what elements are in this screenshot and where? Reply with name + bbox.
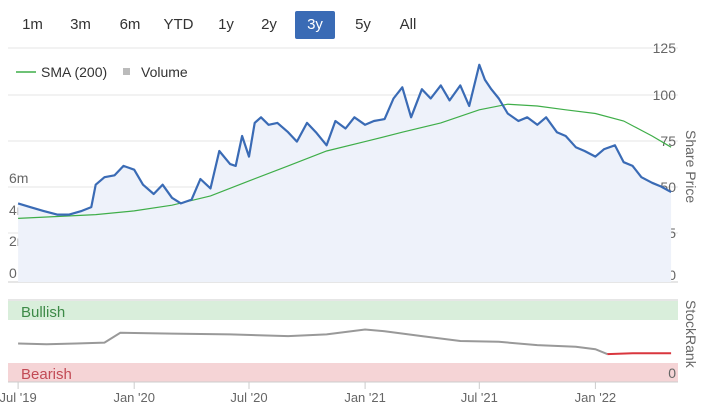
x-tick-label: Jul '19 [0,390,37,405]
x-axis: Jul '19 Jan '20 Jul '20 Jan '21 Jul '21 Jan '… [0,382,616,405]
bearish-band [8,363,678,382]
volume-tick-label: 6m [9,170,28,186]
x-tick-label: Jan '21 [344,390,386,405]
bullish-band [8,301,678,320]
price-axis-title: Share Price [683,130,699,203]
x-tick-label: Jan '20 [113,390,155,405]
bullish-label: Bullish [21,304,65,321]
rank-tick-label: 0 [668,365,676,381]
volume-tick-label: 0 [9,265,17,281]
rank-axis-title: StockRank [683,300,699,369]
legend-sma-label: SMA (200) [41,64,107,80]
rank-line [18,328,608,356]
x-tick-label: Jul '20 [230,390,267,405]
price-tick-label: 75 [660,133,676,149]
x-tick-label: Jan '22 [575,390,617,405]
legend-volume-swatch [123,68,130,75]
x-tick-label: Jul '21 [461,390,498,405]
bearish-label: Bearish [21,366,72,383]
stockrank-panel: Bullish Bearish 0 StockRank [8,299,699,383]
price-tick-label: 100 [653,87,677,103]
rank-line-bearish [607,352,672,356]
price-tick-label: 125 [653,40,677,56]
chart-canvas: SMA (200) Volume 125 100 75 50 25 0.00 S… [0,40,699,405]
legend: SMA (200) Volume [16,64,188,80]
legend-volume-label: Volume [141,64,188,80]
